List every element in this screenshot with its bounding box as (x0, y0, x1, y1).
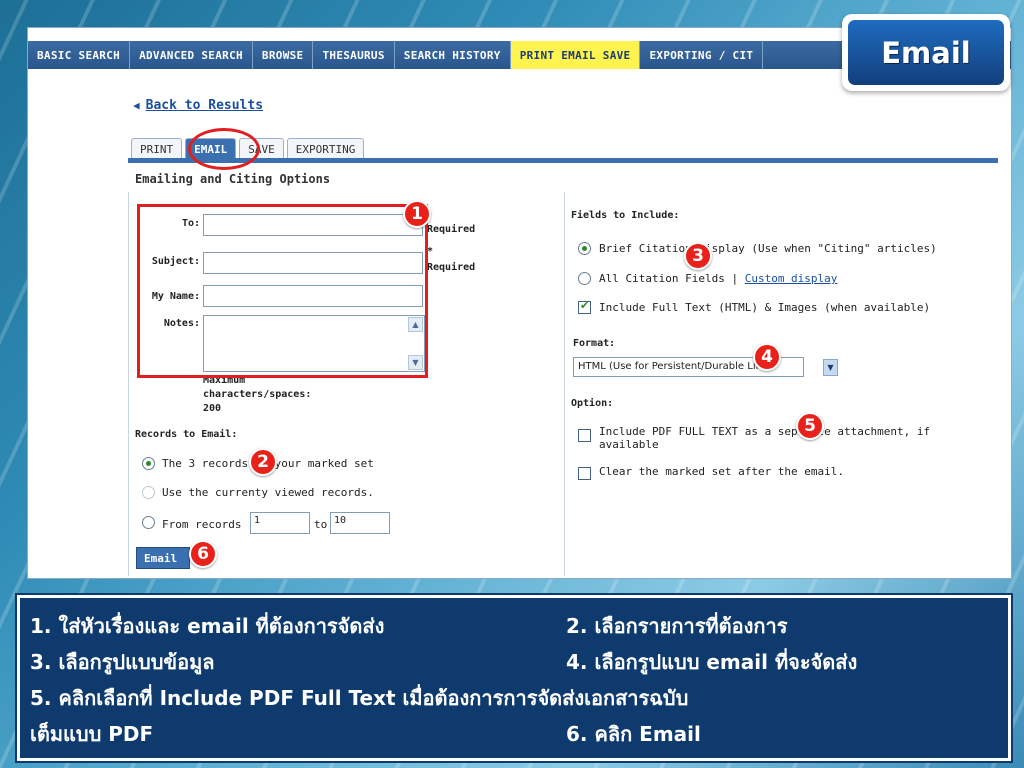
custom-display-link[interactable]: Custom display (745, 272, 838, 285)
step-badge-4: 4 (753, 343, 781, 371)
tab-exporting[interactable]: EXPORTING (286, 138, 365, 159)
nav-tab-search-history[interactable]: SEARCH HISTORY (395, 41, 511, 69)
caption-step-5: 5. คลิกเลือกที่ Include PDF Full Text เม… (30, 686, 689, 710)
caption-box: 1. ใส่หัวเรื่องและ email ที่ต้องการจัดส่… (17, 595, 1011, 761)
pdf-attachment-line-1: Include PDF FULL TEXT as a separate atta… (599, 425, 931, 438)
max-chars-note: Maximum characters/spaces: 200 (203, 374, 311, 416)
clear-marked-label: Clear the marked set after the email. (599, 465, 845, 478)
step-badge-3: 3 (684, 242, 712, 270)
records-heading: Records to Email: (135, 429, 238, 440)
caption-step-6: 6. คลิก Email (566, 722, 701, 746)
all-fields-radio[interactable] (578, 272, 591, 285)
email-submit-button[interactable]: Email (136, 547, 190, 569)
step-badge-5: 5 (796, 412, 824, 440)
records-viewed-label: Use the currenty viewed records. (162, 486, 374, 499)
required-label-subject: Required (427, 262, 476, 273)
nav-tab-basic-search[interactable]: BASIC SEARCH (28, 41, 131, 69)
nav-tab-browse[interactable]: BROWSE (253, 41, 314, 69)
all-fields-option: All Citation Fields | Custom display (599, 272, 837, 285)
to-record-input[interactable]: 10 (330, 512, 390, 534)
records-from-radio[interactable] (142, 516, 155, 529)
option-heading: Option: (571, 398, 614, 409)
tab-underline (128, 158, 998, 163)
caption-step-3: 3. เลือกรูปแบบข้อมูล (30, 650, 215, 674)
full-text-checkbox[interactable] (578, 299, 591, 314)
caption-step-1: 1. ใส่หัวเรื่องและ email ที่ต้องการจัดส่… (30, 614, 385, 638)
max-chars-line-2: characters/spaces: (203, 389, 312, 400)
caption-step-5-cont: เต็มแบบ PDF (30, 722, 154, 746)
all-fields-label: All Citation Fields | (599, 272, 745, 285)
chevron-down-icon[interactable]: ▼ (823, 359, 838, 376)
records-from-label: From records (162, 518, 242, 531)
tab-print[interactable]: PRINT (131, 138, 183, 159)
max-chars-line-3: 200 (203, 403, 222, 414)
highlight-form-rect (137, 204, 428, 378)
required-label-to: Required (427, 224, 476, 235)
format-heading: Format: (573, 338, 616, 349)
from-record-input[interactable]: 1 (250, 512, 310, 534)
records-viewed-radio[interactable] (142, 486, 155, 499)
nav-tab-advanced-search[interactable]: ADVANCED SEARCH (130, 41, 253, 69)
step-badge-1: 1 (403, 200, 431, 228)
pdf-attachment-label: Include PDF FULL TEXT as a separate atta… (599, 425, 930, 451)
step-badge-6: 6 (189, 540, 217, 568)
step-badge-2: 2 (249, 448, 277, 476)
highlight-email-tab-oval (188, 128, 260, 170)
email-title-badge: Email (842, 14, 1010, 91)
email-title: Email (848, 20, 1004, 85)
back-to-results-link[interactable]: ◀ Back to Results (133, 98, 263, 113)
caption-step-2: 2. เลือกรายการที่ต้องการ (566, 614, 788, 638)
fields-heading: Fields to Include: (571, 210, 680, 221)
section-title: Emailing and Citing Options (135, 172, 331, 186)
nav-tab-thesaurus[interactable]: THESAURUS (313, 41, 395, 69)
brief-citation-label: Brief Citation display (Use when "Citing… (599, 242, 937, 255)
back-arrow-icon: ◀ (133, 99, 140, 112)
caption-step-4: 4. เลือกรูปแบบ email ที่จะจัดส่ง (566, 650, 858, 674)
clear-marked-checkbox[interactable] (578, 467, 591, 480)
full-text-label: Include Full Text (HTML) & Images (when … (599, 301, 931, 314)
pdf-attachment-line-2: available (599, 438, 659, 451)
pdf-attachment-checkbox[interactable] (578, 429, 591, 442)
records-marked-radio[interactable] (142, 457, 155, 470)
to-record-label: to (314, 518, 328, 531)
brief-citation-radio[interactable] (578, 242, 591, 255)
nav-tab-print-email-save[interactable]: PRINT EMAIL SAVE (510, 41, 641, 69)
nav-tab-exporting[interactable]: EXPORTING / CIT (640, 41, 764, 69)
back-link-label: Back to Results (145, 98, 264, 113)
